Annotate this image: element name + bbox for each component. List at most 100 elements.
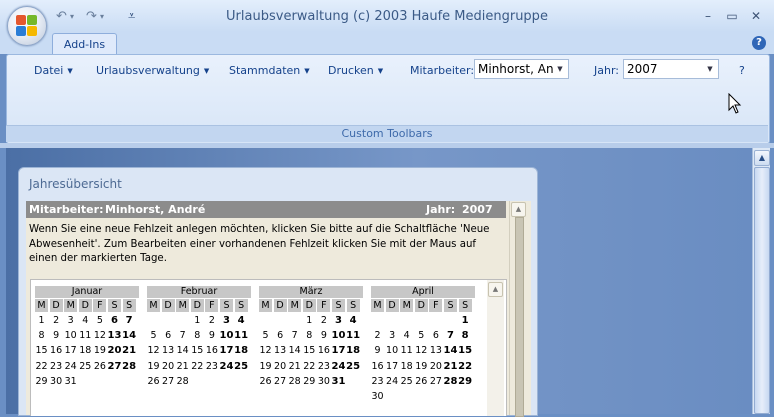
calendar-day[interactable]: 28 bbox=[287, 374, 302, 389]
calendar-day[interactable]: 11 bbox=[234, 328, 249, 343]
form-scrollbar[interactable]: ▲ bbox=[509, 201, 527, 417]
chevron-down-icon[interactable]: ▼ bbox=[702, 60, 718, 78]
calendar-day[interactable]: 18 bbox=[234, 343, 249, 358]
calendar-day[interactable]: 24 bbox=[331, 359, 346, 374]
minimize-button[interactable]: – bbox=[698, 8, 718, 24]
calendar-day[interactable]: 22 bbox=[458, 359, 473, 374]
calendar-day[interactable]: 13 bbox=[161, 343, 176, 358]
help-icon[interactable]: ? bbox=[752, 36, 766, 50]
calendar-day[interactable]: 8 bbox=[302, 328, 317, 343]
year-combo[interactable]: 2007 ▼ bbox=[623, 59, 719, 79]
calendar-day[interactable]: 12 bbox=[146, 343, 161, 358]
calendar-day[interactable]: 26 bbox=[258, 374, 273, 389]
calendar-day[interactable]: 8 bbox=[34, 328, 49, 343]
calendar-day[interactable]: 9 bbox=[370, 343, 385, 358]
calendar-day[interactable]: 26 bbox=[146, 374, 161, 389]
calendar-day[interactable]: 18 bbox=[399, 359, 414, 374]
calendar-day[interactable]: 25 bbox=[234, 359, 249, 374]
calendar-day[interactable]: 30 bbox=[316, 374, 331, 389]
scroll-up-icon[interactable]: ▲ bbox=[488, 282, 503, 297]
calendar-day[interactable]: 16 bbox=[49, 343, 64, 358]
menu-drucken[interactable]: Drucken ▼ bbox=[328, 63, 383, 79]
calendar-day[interactable]: 15 bbox=[190, 343, 205, 358]
calendar-day[interactable]: 10 bbox=[331, 328, 346, 343]
calendar-day[interactable]: 28 bbox=[175, 374, 190, 389]
chevron-down-icon[interactable]: ▼ bbox=[552, 60, 568, 78]
calendar-day[interactable]: 7 bbox=[287, 328, 302, 343]
calendar-day[interactable]: 14 bbox=[175, 343, 190, 358]
calendar-day[interactable]: 9 bbox=[204, 328, 219, 343]
calendar-day[interactable]: 6 bbox=[161, 328, 176, 343]
calendar-day[interactable]: 17 bbox=[63, 343, 78, 358]
calendar-day[interactable]: 3 bbox=[385, 328, 400, 343]
calendar-day[interactable]: 1 bbox=[190, 313, 205, 328]
calendar-day[interactable]: 10 bbox=[63, 328, 78, 343]
calendar-day[interactable]: 7 bbox=[443, 328, 458, 343]
calendar-day[interactable]: 27 bbox=[273, 374, 288, 389]
calendar-day[interactable]: 23 bbox=[316, 359, 331, 374]
scrollbar-thumb[interactable] bbox=[515, 217, 524, 417]
calendar-day[interactable]: 29 bbox=[34, 374, 49, 389]
menu-urlaubsverwaltung[interactable]: Urlaubsverwaltung ▼ bbox=[96, 63, 209, 79]
calendar-day[interactable]: 19 bbox=[146, 359, 161, 374]
calendar-day[interactable]: 12 bbox=[258, 343, 273, 358]
calendar-day[interactable]: 21 bbox=[443, 359, 458, 374]
workspace-scrollbar[interactable]: ▲ bbox=[752, 148, 770, 414]
calendar-day[interactable]: 10 bbox=[385, 343, 400, 358]
calendar-day[interactable]: 25 bbox=[346, 359, 361, 374]
tab-add-ins[interactable]: Add-Ins bbox=[52, 33, 117, 56]
calendar-day[interactable]: 11 bbox=[78, 328, 93, 343]
calendar-day[interactable]: 24 bbox=[63, 359, 78, 374]
menu-datei[interactable]: Datei ▼ bbox=[34, 63, 73, 79]
calendar-day[interactable]: 6 bbox=[107, 313, 122, 328]
calendar-day[interactable]: 13 bbox=[107, 328, 122, 343]
calendar-scrollbar[interactable]: ▲ bbox=[487, 280, 504, 416]
calendar-day[interactable]: 27 bbox=[107, 359, 122, 374]
calendar-day[interactable]: 13 bbox=[273, 343, 288, 358]
calendar-day[interactable]: 24 bbox=[219, 359, 234, 374]
calendar-day[interactable]: 1 bbox=[34, 313, 49, 328]
calendar-day[interactable]: 31 bbox=[331, 374, 346, 389]
calendar-day[interactable]: 17 bbox=[331, 343, 346, 358]
calendar-day[interactable]: 23 bbox=[370, 374, 385, 389]
calendar-day[interactable]: 20 bbox=[273, 359, 288, 374]
calendar-day[interactable]: 31 bbox=[63, 374, 78, 389]
calendar-day[interactable]: 16 bbox=[316, 343, 331, 358]
calendar-day[interactable]: 19 bbox=[92, 343, 107, 358]
calendar-day[interactable]: 15 bbox=[34, 343, 49, 358]
calendar-day[interactable]: 18 bbox=[346, 343, 361, 358]
calendar-day[interactable]: 9 bbox=[49, 328, 64, 343]
calendar-day[interactable]: 17 bbox=[219, 343, 234, 358]
scroll-up-icon[interactable]: ▲ bbox=[754, 150, 770, 166]
calendar-day[interactable]: 28 bbox=[443, 374, 458, 389]
scroll-up-icon[interactable]: ▲ bbox=[511, 202, 526, 217]
calendar-day[interactable]: 14 bbox=[287, 343, 302, 358]
calendar-day[interactable]: 22 bbox=[34, 359, 49, 374]
calendar-day[interactable]: 20 bbox=[107, 343, 122, 358]
calendar-day[interactable]: 9 bbox=[316, 328, 331, 343]
calendar-day[interactable]: 14 bbox=[443, 343, 458, 358]
calendar-day[interactable]: 5 bbox=[146, 328, 161, 343]
calendar-day[interactable]: 2 bbox=[370, 328, 385, 343]
calendar-day[interactable]: 3 bbox=[219, 313, 234, 328]
calendar-day[interactable]: 19 bbox=[414, 359, 429, 374]
calendar-day[interactable]: 14 bbox=[122, 328, 137, 343]
calendar-day[interactable]: 29 bbox=[302, 374, 317, 389]
calendar-day[interactable]: 2 bbox=[204, 313, 219, 328]
office-button[interactable] bbox=[7, 6, 47, 46]
calendar-day[interactable]: 27 bbox=[161, 374, 176, 389]
calendar-day[interactable]: 12 bbox=[414, 343, 429, 358]
calendar-day[interactable]: 27 bbox=[428, 374, 443, 389]
calendar-day[interactable]: 16 bbox=[204, 343, 219, 358]
calendar-day[interactable]: 15 bbox=[302, 343, 317, 358]
close-button[interactable]: ✕ bbox=[746, 8, 766, 24]
calendar-day[interactable]: 21 bbox=[175, 359, 190, 374]
employee-combo[interactable]: Minhorst, André ▼ bbox=[474, 59, 569, 79]
calendar-day[interactable]: 21 bbox=[287, 359, 302, 374]
calendar-day[interactable]: 4 bbox=[346, 313, 361, 328]
calendar-day[interactable]: 5 bbox=[414, 328, 429, 343]
question-button[interactable]: ? bbox=[739, 63, 745, 79]
calendar-day[interactable]: 26 bbox=[92, 359, 107, 374]
scrollbar-thumb[interactable] bbox=[754, 167, 770, 414]
calendar-day[interactable]: 23 bbox=[204, 359, 219, 374]
